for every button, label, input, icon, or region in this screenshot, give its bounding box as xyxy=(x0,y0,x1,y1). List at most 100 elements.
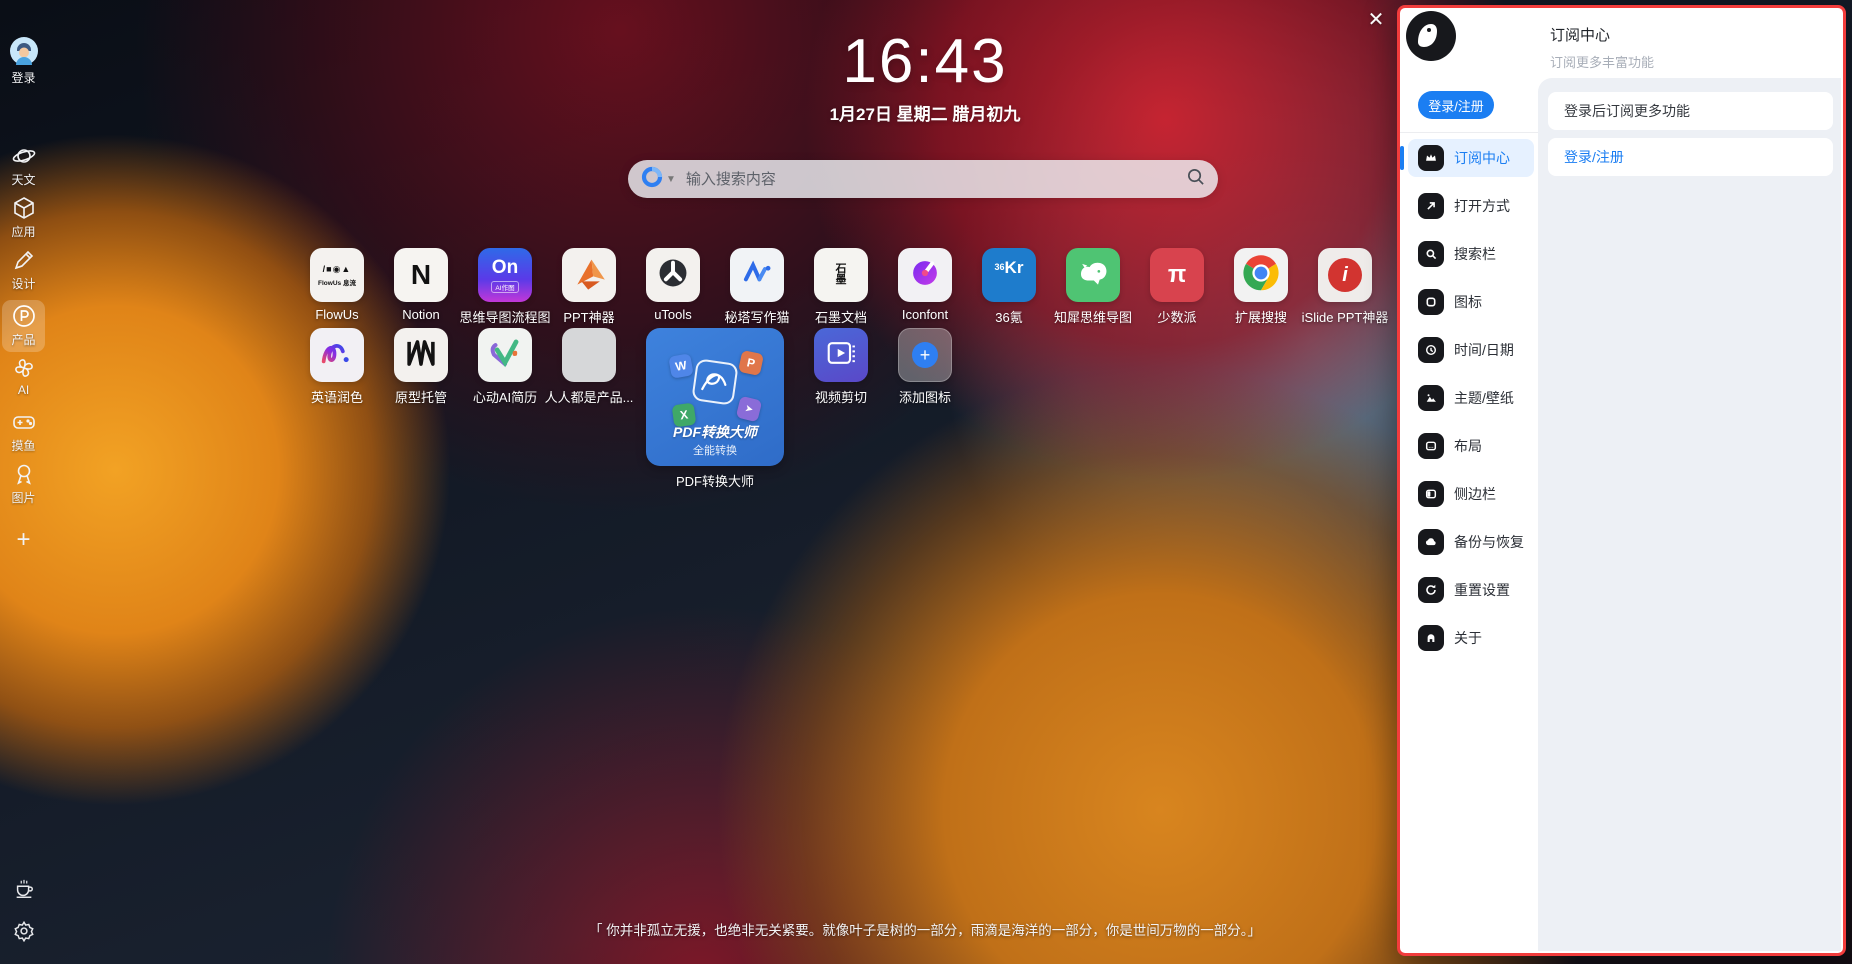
mountain-icon xyxy=(1418,385,1444,411)
notion-logo: N xyxy=(411,259,431,291)
nav-open-mode[interactable]: 打开方式 xyxy=(1408,187,1534,225)
app-label: 人人都是产品... xyxy=(545,387,634,406)
refresh-icon xyxy=(1418,577,1444,603)
settings-nav: 订阅中心 打开方式 搜索栏 图标 时间/日期 主题/壁纸 xyxy=(1408,139,1534,667)
nav-icons[interactable]: 图标 xyxy=(1408,283,1534,321)
close-icon[interactable]: ✕ xyxy=(1362,5,1390,33)
cube-icon xyxy=(12,196,36,220)
app-ppt[interactable]: PPT神器 xyxy=(562,248,616,326)
heart-check-logo xyxy=(486,334,524,377)
nav-sidebar[interactable]: 侧边栏 xyxy=(1408,475,1534,513)
sidebar-item-ai[interactable]: AI xyxy=(0,356,47,397)
app-grid-row-2: 英语润色 原型托管 心动AI简历 人人都是产品... W P xyxy=(310,328,952,490)
chevron-down-icon[interactable]: ▼ xyxy=(666,174,676,185)
acrobat-icon xyxy=(691,358,738,405)
app-english-polish[interactable]: 英语润色 xyxy=(310,328,364,406)
nav-layout[interactable]: 布局 xyxy=(1408,427,1534,465)
pen-icon xyxy=(12,248,36,272)
planet-icon xyxy=(12,144,36,168)
panel-subtitle: 订阅更多丰富功能 xyxy=(1550,52,1654,71)
pdf-tile-subtitle: 全能转换 xyxy=(646,442,784,458)
app-ai-resume[interactable]: 心动AI简历 xyxy=(478,328,532,406)
app-label: 思维导图流程图 xyxy=(460,307,551,326)
sidebar-item-astronomy[interactable]: 天文 xyxy=(0,144,47,188)
app-prototype[interactable]: 原型托管 xyxy=(394,328,448,406)
sidebar-item-pictures[interactable]: 图片 xyxy=(0,462,47,506)
sidebar-item-label: 摸鱼 xyxy=(11,437,35,454)
app-36kr[interactable]: 36Kr 36氪 xyxy=(982,248,1036,326)
app-label: uTools xyxy=(654,307,692,322)
app-mindmap[interactable]: OnAI作图 思维导图流程图 xyxy=(478,248,532,326)
app-label: 36氪 xyxy=(995,307,1022,326)
nav-time-date[interactable]: 时间/日期 xyxy=(1408,331,1534,369)
on-logo: On xyxy=(492,258,518,278)
sidebar-item-label: 产品 xyxy=(11,331,35,348)
settings-content: 登录后订阅更多功能 登录/注册 xyxy=(1538,78,1841,951)
search-input[interactable] xyxy=(684,170,1186,189)
app-zhixi[interactable]: 知犀思维导图 xyxy=(1066,248,1120,326)
app-woshipm[interactable]: 人人都是产品... xyxy=(562,328,616,406)
flowus-logo: /■◉▲ xyxy=(323,264,352,275)
nav-subscription-center[interactable]: 订阅中心 xyxy=(1408,139,1534,177)
app-add-icon[interactable]: + 添加图标 xyxy=(898,328,952,406)
app-label: 少数派 xyxy=(1157,307,1196,326)
app-sspai[interactable]: π 少数派 xyxy=(1150,248,1204,326)
divider xyxy=(1400,132,1540,133)
app-label: iSlide PPT神器 xyxy=(1302,307,1389,326)
metaso-logo xyxy=(738,254,776,297)
layout-icon xyxy=(1418,433,1444,459)
app-label: 视频剪切 xyxy=(815,387,867,406)
product-p-icon xyxy=(12,304,36,328)
app-flowus[interactable]: /■◉▲FlowUs 息流 FlowUs xyxy=(310,248,364,322)
sidebar-item-fun[interactable]: 摸鱼 xyxy=(0,410,47,454)
sidebar-layout-icon xyxy=(1418,481,1444,507)
app-metaso[interactable]: 秘塔写作猫 xyxy=(730,248,784,326)
sidebar-coffee-button[interactable] xyxy=(0,878,47,900)
app-label: 添加图标 xyxy=(899,387,951,406)
pdf-tile-title: PDF转换大师 xyxy=(646,422,784,442)
app-notion[interactable]: N Notion xyxy=(394,248,448,322)
nav-backup-restore[interactable]: 备份与恢复 xyxy=(1408,523,1534,561)
search-engine-icon[interactable] xyxy=(641,166,663,193)
app-iconfont[interactable]: Iconfont xyxy=(898,248,952,322)
settings-panel: 订阅中心 订阅更多丰富功能 登录/注册 订阅中心 打开方式 搜索栏 图标 xyxy=(1397,5,1846,956)
clock-time: 16:43 xyxy=(842,26,1007,97)
app-label: PDF转换大师 xyxy=(676,471,754,490)
sidebar-item-label: 设计 xyxy=(11,275,35,292)
app-pdf-master[interactable]: W P X ➤ PDF转换大师 全能转换 PDF转换大师 xyxy=(646,328,784,490)
chrome-logo xyxy=(1241,253,1281,298)
nav-search-bar[interactable]: 搜索栏 xyxy=(1408,235,1534,273)
sidebar-login-label: 登录 xyxy=(11,69,35,86)
sidebar-login[interactable]: 登录 xyxy=(0,36,47,86)
app-extension-search[interactable]: 扩展搜搜 xyxy=(1234,248,1288,326)
search-icon[interactable] xyxy=(1186,167,1205,191)
app-islide[interactable]: i iSlide PPT神器 xyxy=(1318,248,1372,326)
login-register-button[interactable]: 登录/注册 xyxy=(1418,91,1494,119)
pdf-master-tile[interactable]: W P X ➤ PDF转换大师 全能转换 xyxy=(646,328,784,466)
ppt-badge: P xyxy=(738,350,764,376)
about-icon xyxy=(1418,625,1444,651)
sidebar-item-design[interactable]: 设计 xyxy=(0,248,47,292)
search-bar[interactable]: ▼ xyxy=(628,160,1218,198)
app-label: PPT神器 xyxy=(563,307,614,326)
coffee-icon xyxy=(13,878,35,900)
sidebar-item-apps[interactable]: 应用 xyxy=(0,196,47,240)
app-shimo[interactable]: 石墨 石墨文档 xyxy=(814,248,868,326)
kr-logo: 36 xyxy=(995,262,1005,272)
clock-icon xyxy=(1418,337,1444,363)
sidebar-settings-button[interactable] xyxy=(0,920,47,942)
app-utools[interactable]: uTools xyxy=(646,248,700,322)
mockingbot-logo xyxy=(402,334,440,377)
app-video-cut[interactable]: 视频剪切 xyxy=(814,328,868,406)
nav-about[interactable]: 关于 xyxy=(1408,619,1534,657)
clock-date: 1月27日 星期二 腊月初九 xyxy=(830,100,1021,125)
utools-logo xyxy=(654,254,692,297)
nav-reset[interactable]: 重置设置 xyxy=(1408,571,1534,609)
sidebar-item-product[interactable]: 产品 xyxy=(0,304,47,348)
login-register-link[interactable]: 登录/注册 xyxy=(1548,138,1833,176)
crown-icon xyxy=(1418,145,1444,171)
sidebar-add-category[interactable]: + xyxy=(0,526,47,554)
medal-icon xyxy=(12,462,36,486)
nav-theme-wallpaper[interactable]: 主题/壁纸 xyxy=(1408,379,1534,417)
app-label: 原型托管 xyxy=(395,387,447,406)
